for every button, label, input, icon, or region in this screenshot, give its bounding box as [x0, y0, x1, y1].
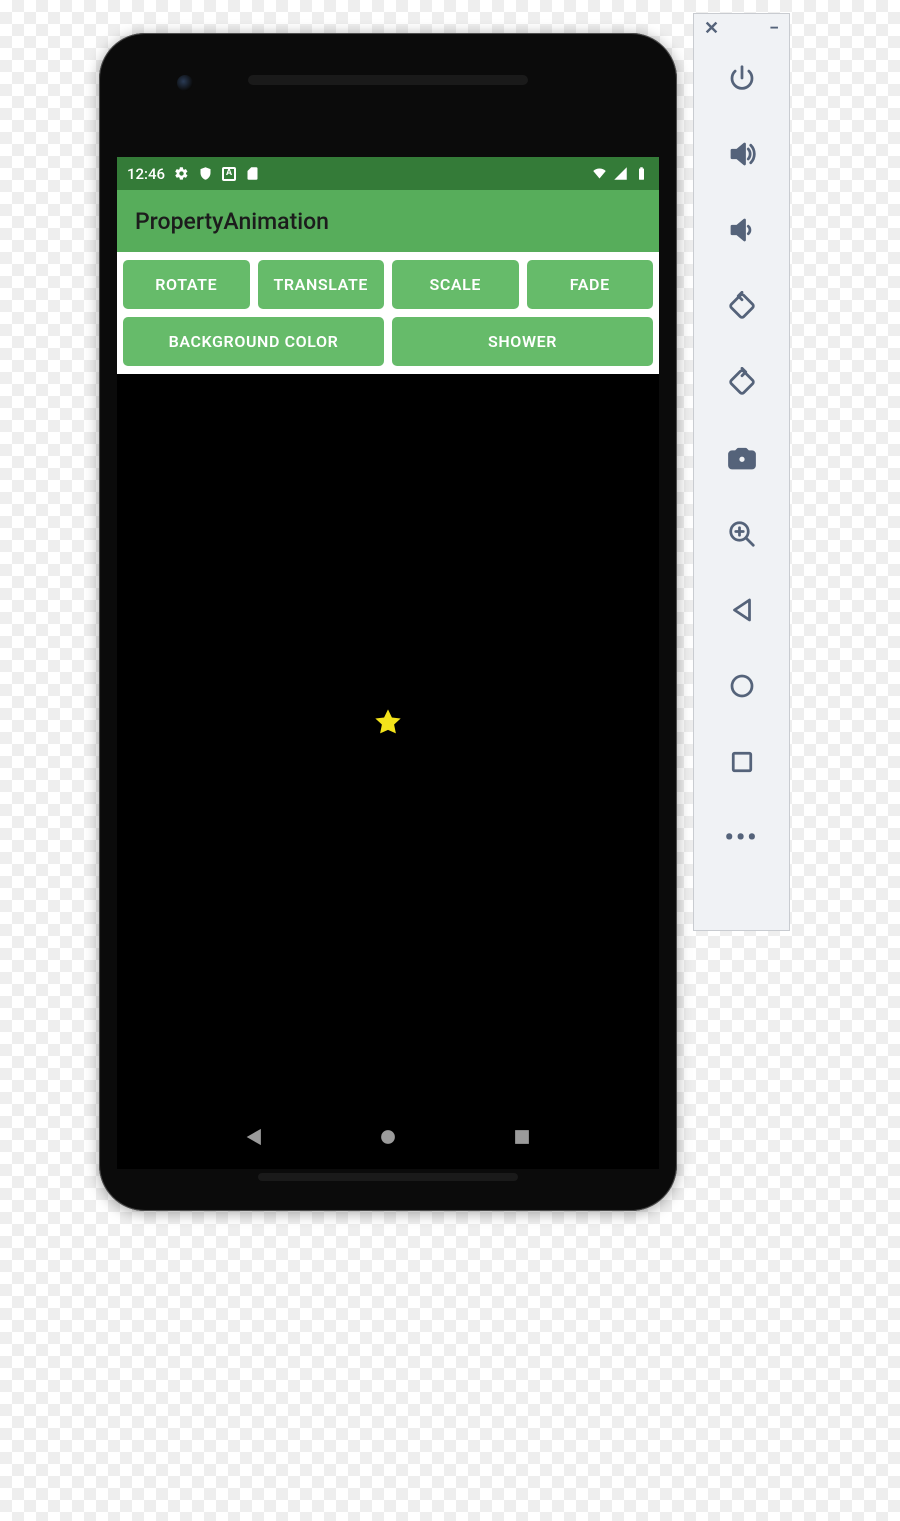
phone-speaker-bottom — [258, 1173, 518, 1181]
app-bar: PropertyAnimation — [117, 190, 659, 252]
nav-overview-icon[interactable] — [511, 1126, 533, 1152]
status-time: 12:46 — [127, 165, 165, 183]
background-color-button[interactable]: BACKGROUND COLOR — [123, 317, 384, 366]
emulator-toolbar: ✕ − ••• — [693, 13, 790, 931]
emulator-home-button[interactable] — [694, 648, 789, 724]
star-icon — [372, 706, 404, 738]
status-icon-a: A — [222, 167, 236, 181]
volume-up-button[interactable] — [694, 116, 789, 192]
emulator-more-button[interactable]: ••• — [694, 800, 789, 876]
scale-button[interactable]: SCALE — [392, 260, 519, 309]
rotate-left-button[interactable] — [694, 268, 789, 344]
close-icon[interactable]: ✕ — [704, 20, 719, 40]
minimize-icon[interactable]: − — [769, 20, 779, 40]
rotate-right-button[interactable] — [694, 344, 789, 420]
app-title: PropertyAnimation — [135, 208, 329, 235]
power-button[interactable] — [694, 40, 789, 116]
animation-canvas — [117, 374, 659, 1109]
fade-button[interactable]: FADE — [527, 260, 654, 309]
settings-icon — [174, 166, 189, 181]
cell-signal-icon — [613, 166, 628, 181]
zoom-button[interactable] — [694, 496, 789, 572]
button-panel: ROTATE TRANSLATE SCALE FADE BACKGROUND C… — [117, 252, 659, 374]
phone-front-camera — [177, 75, 193, 91]
nav-home-icon[interactable] — [377, 1126, 399, 1152]
screenshot-button[interactable] — [694, 420, 789, 496]
nav-back-icon[interactable] — [243, 1126, 265, 1152]
wifi-icon — [592, 166, 607, 181]
rotate-button[interactable]: ROTATE — [123, 260, 250, 309]
battery-icon — [634, 166, 649, 181]
shower-button[interactable]: SHOWER — [392, 317, 653, 366]
phone-frame: 12:46 A — [99, 33, 677, 1211]
translate-button[interactable]: TRANSLATE — [258, 260, 385, 309]
more-icon: ••• — [724, 823, 758, 853]
volume-down-button[interactable] — [694, 192, 789, 268]
phone-screen: 12:46 A — [117, 157, 659, 1169]
phone-speaker-top — [248, 75, 528, 85]
sd-card-icon — [245, 166, 260, 181]
android-status-bar: 12:46 A — [117, 157, 659, 190]
emulator-back-button[interactable] — [694, 572, 789, 648]
emulator-overview-button[interactable] — [694, 724, 789, 800]
shield-icon — [198, 166, 213, 181]
android-nav-bar — [117, 1109, 659, 1169]
